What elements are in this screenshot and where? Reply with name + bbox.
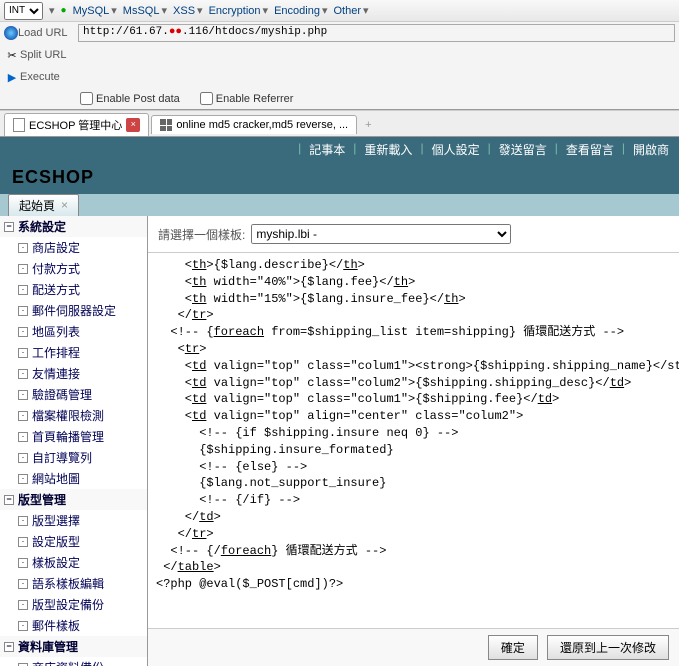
grid-icon xyxy=(160,119,172,131)
enable-post-checkbox[interactable]: Enable Post data xyxy=(80,92,180,105)
ecshop-logo: ECSHOP xyxy=(0,161,106,194)
sidebar-item[interactable]: ·版型選擇 xyxy=(0,510,147,531)
menu-mysql[interactable]: MySQL▾ xyxy=(73,4,117,17)
sidebar-item[interactable]: ·郵件樣板 xyxy=(0,615,147,636)
header-profile[interactable]: 個人設定 xyxy=(432,141,480,158)
header-viewmsg[interactable]: 查看留言 xyxy=(566,141,614,158)
sidebar-group-database[interactable]: −資料庫管理 xyxy=(0,636,147,657)
sidebar-item[interactable]: ·配送方式 xyxy=(0,279,147,300)
sidebar-item[interactable]: ·工作排程 xyxy=(0,342,147,363)
header-sendmsg[interactable]: 發送留言 xyxy=(499,141,547,158)
header-menu: |記事本 |重新載入 |個人設定 |發送留言 |查看留言 |開啟商 xyxy=(298,141,669,158)
play-icon[interactable]: ● xyxy=(61,5,67,16)
split-url-label[interactable]: Split URL xyxy=(20,49,74,61)
menu-mssql[interactable]: MsSQL▾ xyxy=(123,4,167,17)
start-tab[interactable]: 起始頁 × xyxy=(8,194,79,217)
sidebar-group-system[interactable]: −系統設定 xyxy=(0,216,147,237)
load-url-label[interactable]: Load URL xyxy=(18,27,72,39)
menu-xss[interactable]: XSS▾ xyxy=(173,4,203,17)
execute-icon: ▶ xyxy=(4,71,20,84)
sidebar-item[interactable]: ·網站地圖 xyxy=(0,468,147,489)
sub-nav: 起始頁 × xyxy=(0,194,679,216)
header-notebook[interactable]: 記事本 xyxy=(309,141,345,158)
sidebar-item[interactable]: ·友情連接 xyxy=(0,363,147,384)
sidebar-item[interactable]: ·設定版型 xyxy=(0,531,147,552)
url-controls: Load URL http://61.67.●●.116/htdocs/mysh… xyxy=(0,22,679,111)
restore-button[interactable]: 還原到上一次修改 xyxy=(547,635,669,660)
ecshop-header: |記事本 |重新載入 |個人設定 |發送留言 |查看留言 |開啟商 ECSHOP xyxy=(0,137,679,194)
sidebar: −系統設定 ·商店設定 ·付款方式 ·配送方式 ·郵件伺服器設定 ·地區列表 ·… xyxy=(0,216,148,666)
browser-tab-bar: ECSHOP 管理中心 × online md5 cracker,md5 rev… xyxy=(0,111,679,137)
menu-encoding[interactable]: Encoding▾ xyxy=(274,4,327,17)
menu-other[interactable]: Other▾ xyxy=(333,4,368,17)
close-icon[interactable]: × xyxy=(126,118,140,132)
execute-label[interactable]: Execute xyxy=(20,71,74,83)
template-label: 請選擇一個樣板: xyxy=(158,226,245,243)
sidebar-item[interactable]: ·樣板設定 xyxy=(0,552,147,573)
tab-close-icon[interactable]: × xyxy=(61,198,68,212)
url-input[interactable]: http://61.67.●●.116/htdocs/myship.php xyxy=(78,24,675,42)
type-dropdown[interactable]: INT xyxy=(4,2,43,20)
sidebar-item[interactable]: ·版型設定備份 xyxy=(0,594,147,615)
ok-button[interactable]: 確定 xyxy=(488,635,538,660)
header-reload[interactable]: 重新載入 xyxy=(364,141,412,158)
sidebar-item[interactable]: ·地區列表 xyxy=(0,321,147,342)
page-icon xyxy=(13,118,25,132)
sidebar-item[interactable]: ·付款方式 xyxy=(0,258,147,279)
globe-icon xyxy=(4,26,18,40)
sidebar-group-template[interactable]: −版型管理 xyxy=(0,489,147,510)
sidebar-item[interactable]: ·檔案權限檢測 xyxy=(0,405,147,426)
sidebar-item[interactable]: ·商店資料備份 xyxy=(0,657,147,666)
sidebar-item[interactable]: ·郵件伺服器設定 xyxy=(0,300,147,321)
redacted-icon: ●● xyxy=(169,26,182,38)
sidebar-item[interactable]: ·商店設定 xyxy=(0,237,147,258)
sidebar-item[interactable]: ·驗證碼管理 xyxy=(0,384,147,405)
menu-encryption[interactable]: Encryption▾ xyxy=(209,4,269,17)
header-open[interactable]: 開啟商 xyxy=(633,141,669,158)
button-bar: 確定 還原到上一次修改 xyxy=(148,628,679,666)
template-bar: 請選擇一個樣板: myship.lbi - xyxy=(148,216,679,253)
tab-md5[interactable]: online md5 cracker,md5 reverse, ... xyxy=(151,115,357,134)
sidebar-item[interactable]: ·自訂導覽列 xyxy=(0,447,147,468)
tab-ecshop[interactable]: ECSHOP 管理中心 × xyxy=(4,113,149,136)
separator: ▾ xyxy=(49,4,55,17)
content: 請選擇一個樣板: myship.lbi - <th>{$lang.describ… xyxy=(148,216,679,666)
split-icon: ✂ xyxy=(4,49,20,62)
template-select[interactable]: myship.lbi - xyxy=(251,224,511,244)
sidebar-item[interactable]: ·首頁輪播管理 xyxy=(0,426,147,447)
sidebar-item[interactable]: ·語系樣板編輯 xyxy=(0,573,147,594)
enable-referer-checkbox[interactable]: Enable Referrer xyxy=(200,92,294,105)
top-toolbar: INT ▾ ● MySQL▾ MsSQL▾ XSS▾ Encryption▾ E… xyxy=(0,0,679,22)
code-editor[interactable]: <th>{$lang.describe}</th> <th width="40%… xyxy=(148,253,679,628)
new-tab-button[interactable]: + xyxy=(359,119,377,131)
